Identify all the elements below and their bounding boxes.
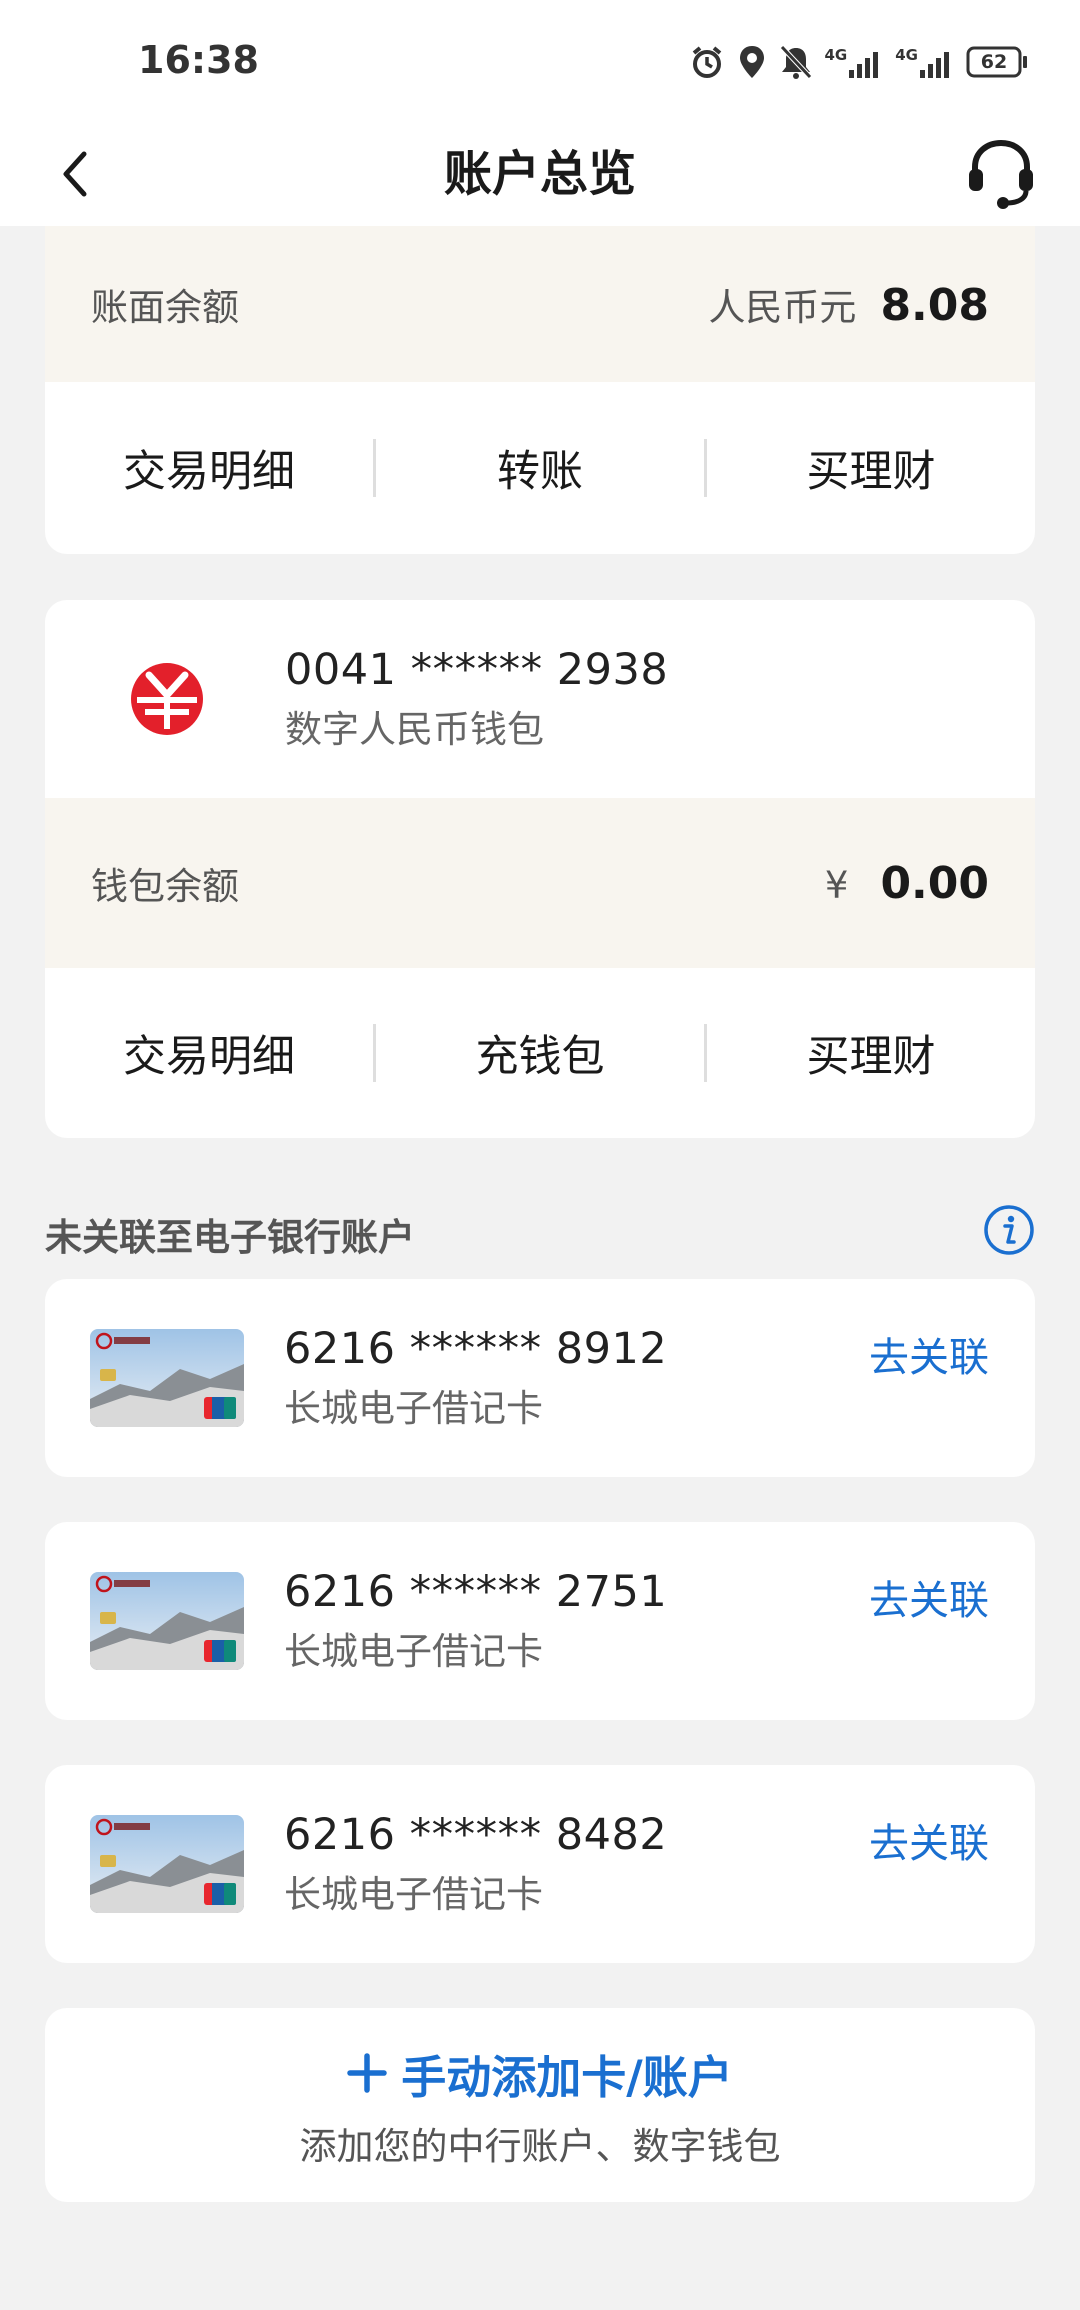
- account-balance-row: 账面余额 人民币元 8.08: [45, 226, 1035, 382]
- network-type-label: 4G: [824, 46, 848, 64]
- mute-icon: [779, 44, 813, 80]
- wallet-balance-value: 0.00: [880, 857, 989, 909]
- wallet-balance-label: 钱包余额: [91, 865, 239, 908]
- currency-symbol: ¥: [824, 863, 849, 907]
- account-actions: 交易明细 转账 买理财: [45, 382, 1035, 554]
- headset-icon: [969, 139, 1033, 209]
- battery-icon: 62: [966, 46, 1028, 78]
- wallet-number: 0041 ****** 2938: [285, 645, 669, 695]
- wallet-actions: 交易明细 充钱包 买理财: [45, 968, 1035, 1138]
- currency-label: 人民币元: [708, 286, 857, 329]
- status-icons: 4G 4G 62: [689, 40, 1029, 84]
- page-title: 账户总览: [443, 146, 636, 202]
- network-type-label: 4G: [895, 46, 918, 64]
- wallet-name: 数字人民币钱包: [285, 708, 544, 751]
- plus-icon: [347, 2053, 388, 2093]
- link-account-button[interactable]: 去关联: [869, 1325, 989, 1383]
- unlinked-card-item[interactable]: 6216 ****** 8482 长城电子借记卡 去关联: [45, 1765, 1035, 1963]
- location-icon: [737, 44, 767, 80]
- card-name: 长城电子借记卡: [284, 1630, 543, 1673]
- card-number: 6216 ****** 8912: [284, 1324, 668, 1374]
- balance-label: 账面余额: [91, 286, 239, 329]
- card-number: 6216 ****** 8482: [284, 1810, 668, 1860]
- unlinked-card-item[interactable]: 6216 ****** 2751 长城电子借记卡 去关联: [45, 1522, 1035, 1720]
- card-number: 6216 ****** 2751: [284, 1567, 668, 1617]
- info-icon[interactable]: [983, 1204, 1035, 1256]
- buy-wealth-product-button[interactable]: 买理财: [707, 437, 1035, 499]
- transfer-button[interactable]: 转账: [376, 437, 704, 499]
- wallet-transaction-details-button[interactable]: 交易明细: [45, 1022, 373, 1084]
- debit-card-thumbnail-icon: [90, 1815, 244, 1913]
- add-account-subtitle: 添加您的中行账户、数字钱包: [299, 2124, 781, 2168]
- balance-value: 8.08: [880, 280, 989, 331]
- battery-level: 62: [980, 51, 1008, 73]
- card-name: 长城电子借记卡: [284, 1873, 543, 1916]
- card-name: 长城电子借记卡: [284, 1387, 543, 1430]
- wallet-balance-row: 钱包余额 ¥ 0.00: [45, 798, 1035, 968]
- alarm-icon: [689, 44, 725, 80]
- wallet-buy-wealth-product-button[interactable]: 买理财: [707, 1022, 1035, 1084]
- wallet-card: 0041 ****** 2938 数字人民币钱包 钱包余额 ¥ 0.00 交易明…: [45, 600, 1035, 1138]
- debit-card-thumbnail-icon: [90, 1572, 244, 1670]
- status-bar: 16:38 4G 4G 62: [0, 0, 1080, 120]
- top-up-wallet-button[interactable]: 充钱包: [376, 1022, 704, 1084]
- unlinked-section-title: 未关联至电子银行账户: [45, 1216, 415, 1259]
- signal-icon: 4G: [895, 46, 954, 78]
- add-account-label: 手动添加卡/账户: [401, 2050, 733, 2104]
- unlinked-card-item[interactable]: 6216 ****** 8912 长城电子借记卡 去关联: [45, 1279, 1035, 1477]
- customer-service-button[interactable]: [958, 130, 1044, 216]
- add-account-button[interactable]: 手动添加卡/账户 添加您的中行账户、数字钱包: [45, 2008, 1035, 2202]
- link-account-button[interactable]: 去关联: [869, 1811, 989, 1869]
- wallet-header[interactable]: 0041 ****** 2938 数字人民币钱包: [45, 600, 1035, 798]
- debit-card-thumbnail-icon: [90, 1329, 244, 1427]
- digital-rmb-logo-icon: [131, 663, 203, 735]
- status-time: 16:38: [138, 38, 259, 82]
- signal-icon: 4G: [825, 46, 884, 78]
- account-card: 账面余额 人民币元 8.08 交易明细 转账 买理财: [45, 226, 1035, 554]
- transaction-details-button[interactable]: 交易明细: [45, 437, 373, 499]
- add-account-title: 手动添加卡/账户: [347, 2041, 733, 2106]
- link-account-button[interactable]: 去关联: [869, 1568, 989, 1626]
- navigation-bar: 账户总览: [0, 120, 1080, 226]
